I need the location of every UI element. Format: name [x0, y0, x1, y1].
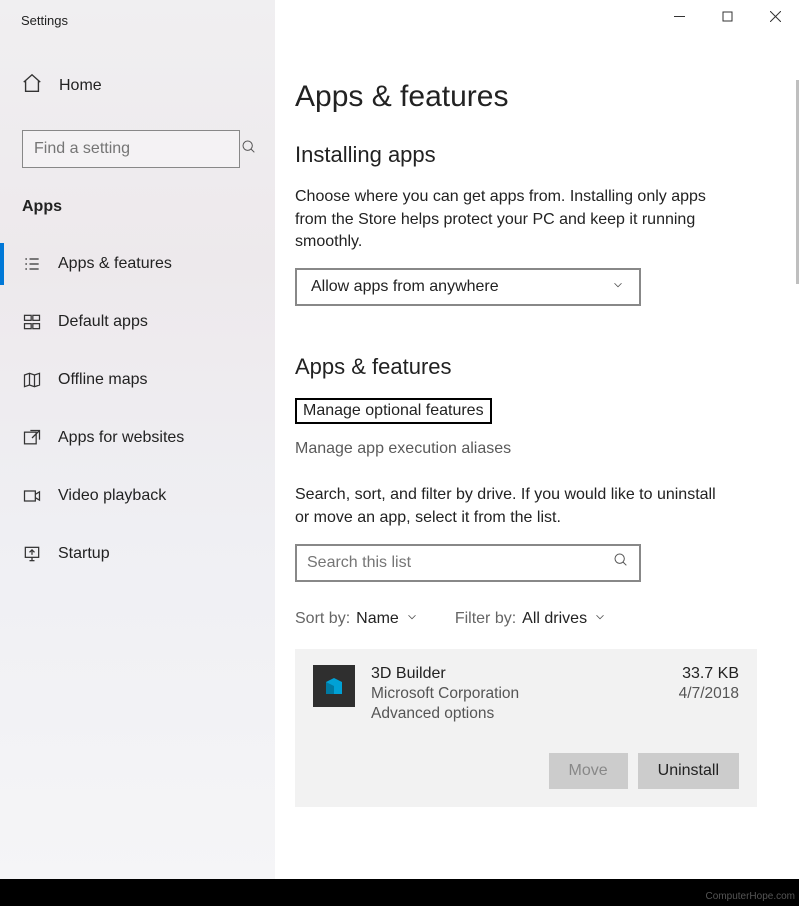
close-button[interactable] — [751, 0, 799, 32]
apps-list-search-input[interactable] — [307, 554, 613, 572]
nav-label: Apps & features — [58, 255, 172, 273]
nav-video-playback[interactable]: Video playback — [0, 467, 275, 525]
attribution: ComputerHope.com — [706, 891, 795, 902]
manage-optional-features-link[interactable]: Manage optional features — [295, 398, 492, 424]
nav-label: Offline maps — [58, 371, 148, 389]
maximize-button[interactable] — [703, 0, 751, 32]
nav-label: Default apps — [58, 313, 148, 331]
home-icon — [21, 72, 43, 99]
nav-offline-maps[interactable]: Offline maps — [0, 351, 275, 409]
nav-home[interactable]: Home — [21, 72, 102, 99]
chevron-down-icon — [611, 278, 625, 297]
nav-apps-websites[interactable]: Apps for websites — [0, 409, 275, 467]
map-icon — [22, 370, 42, 390]
chevron-down-icon — [593, 610, 607, 629]
installing-apps-header: Installing apps — [295, 142, 767, 168]
filter-label: Filter by: — [455, 610, 516, 628]
defaults-icon — [22, 312, 42, 332]
sidebar: Settings Home Apps Apps & features Defau… — [0, 0, 275, 879]
window-title: Settings — [21, 13, 68, 28]
app-tile-icon — [313, 665, 355, 707]
nav-label: Apps for websites — [58, 429, 184, 447]
uninstall-button[interactable]: Uninstall — [638, 753, 739, 789]
list-icon — [22, 254, 42, 274]
chevron-down-icon — [405, 610, 419, 629]
settings-search-input[interactable] — [34, 140, 241, 158]
nav-startup[interactable]: Startup — [0, 525, 275, 583]
nav-label: Video playback — [58, 487, 166, 505]
app-install-date: 4/7/2018 — [679, 685, 739, 703]
page-title: Apps & features — [295, 80, 767, 114]
app-publisher: Microsoft Corporation — [371, 685, 663, 703]
list-filters: Sort by: Name Filter by: All drives — [295, 610, 767, 629]
minimize-button[interactable] — [655, 0, 703, 32]
app-size: 33.7 KB — [679, 665, 739, 683]
sort-by-control[interactable]: Sort by: Name — [295, 610, 419, 629]
video-icon — [22, 486, 42, 506]
nav-label: Startup — [58, 545, 110, 563]
startup-icon — [22, 544, 42, 564]
search-icon — [613, 552, 629, 573]
window-controls — [655, 0, 799, 32]
nav-default-apps[interactable]: Default apps — [0, 293, 275, 351]
content-pane: Apps & features Installing apps Choose w… — [275, 0, 799, 879]
app-name: 3D Builder — [371, 665, 663, 683]
apps-features-header: Apps & features — [295, 354, 767, 380]
apps-list-search[interactable] — [295, 544, 641, 582]
nav-home-label: Home — [59, 77, 102, 95]
sidebar-nav: Apps & features Default apps Offline map… — [0, 235, 275, 583]
settings-search[interactable] — [22, 130, 240, 168]
app-advanced-options-link[interactable]: Advanced options — [371, 705, 663, 723]
search-icon — [241, 139, 257, 160]
apps-list-help-text: Search, sort, and filter by drive. If yo… — [295, 484, 725, 529]
sort-label: Sort by: — [295, 610, 350, 628]
manage-aliases-link[interactable]: Manage app execution aliases — [295, 440, 767, 458]
filter-value: All drives — [522, 610, 587, 628]
sidebar-section-header: Apps — [22, 198, 62, 216]
link-open-icon — [22, 428, 42, 448]
app-list-item[interactable]: 3D Builder Microsoft Corporation Advance… — [295, 649, 757, 807]
install-source-select[interactable]: Allow apps from anywhere — [295, 268, 641, 306]
footer-bar — [0, 879, 799, 906]
filter-by-control[interactable]: Filter by: All drives — [455, 610, 607, 629]
sort-value: Name — [356, 610, 399, 628]
install-source-value: Allow apps from anywhere — [311, 278, 499, 296]
installing-apps-text: Choose where you can get apps from. Inst… — [295, 186, 725, 254]
nav-apps-features[interactable]: Apps & features — [0, 235, 275, 293]
move-button: Move — [549, 753, 628, 789]
